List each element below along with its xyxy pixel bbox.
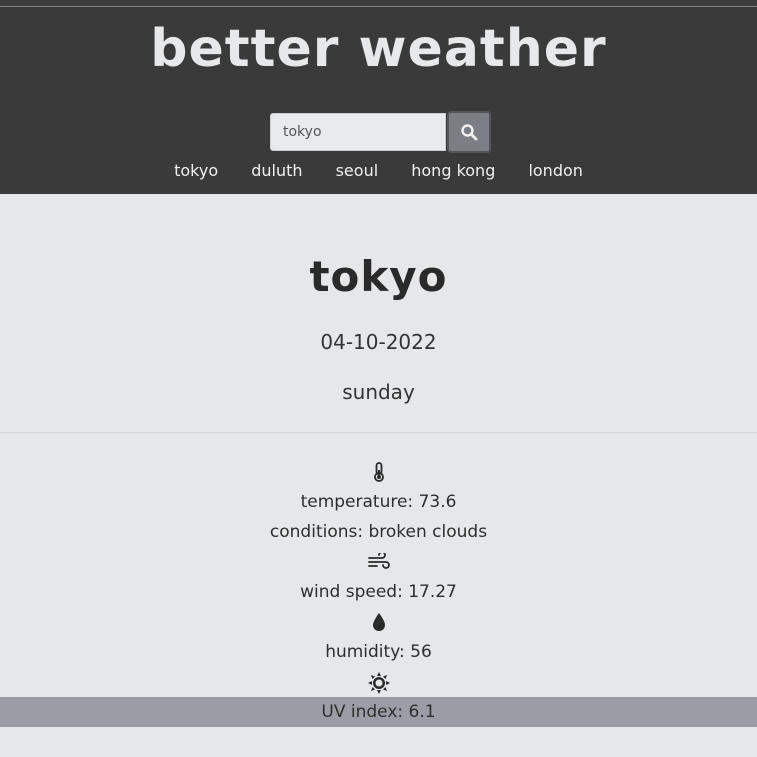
search-input[interactable] bbox=[270, 113, 446, 151]
search-button[interactable] bbox=[447, 111, 491, 153]
date-label: 04-10-2022 bbox=[320, 330, 437, 354]
weather-panel: tokyo 04-10-2022 sunday temperature: 73.… bbox=[0, 194, 757, 757]
droplet-icon bbox=[372, 613, 385, 631]
brand-title: better weather bbox=[150, 19, 607, 79]
city-nav: tokyo duluth seoul hong kong london bbox=[0, 161, 757, 180]
thermometer-icon bbox=[373, 462, 384, 482]
uv-index-value: UV index: 6.1 bbox=[321, 702, 436, 722]
conditions-value: conditions: broken clouds bbox=[269, 522, 488, 542]
window-top-border bbox=[0, 0, 757, 7]
sun-icon bbox=[367, 672, 390, 694]
nav-link-duluth[interactable]: duluth bbox=[251, 161, 302, 180]
site-header: better weather tokyo duluth seoul hong k… bbox=[0, 7, 757, 194]
section-divider bbox=[0, 432, 757, 433]
temperature-value: temperature: 73.6 bbox=[300, 492, 457, 512]
search-icon bbox=[461, 124, 478, 141]
nav-link-seoul[interactable]: seoul bbox=[336, 161, 379, 180]
wind-speed-value: wind speed: 17.27 bbox=[300, 582, 457, 602]
city-name: tokyo bbox=[309, 252, 448, 301]
nav-link-hong-kong[interactable]: hong kong bbox=[411, 161, 495, 180]
wind-icon bbox=[367, 553, 390, 569]
nav-link-tokyo[interactable]: tokyo bbox=[174, 161, 218, 180]
search-bar bbox=[270, 111, 492, 153]
weekday-label: sunday bbox=[342, 380, 415, 404]
nav-link-london[interactable]: london bbox=[528, 161, 582, 180]
humidity-value: humidity: 56 bbox=[325, 642, 432, 662]
